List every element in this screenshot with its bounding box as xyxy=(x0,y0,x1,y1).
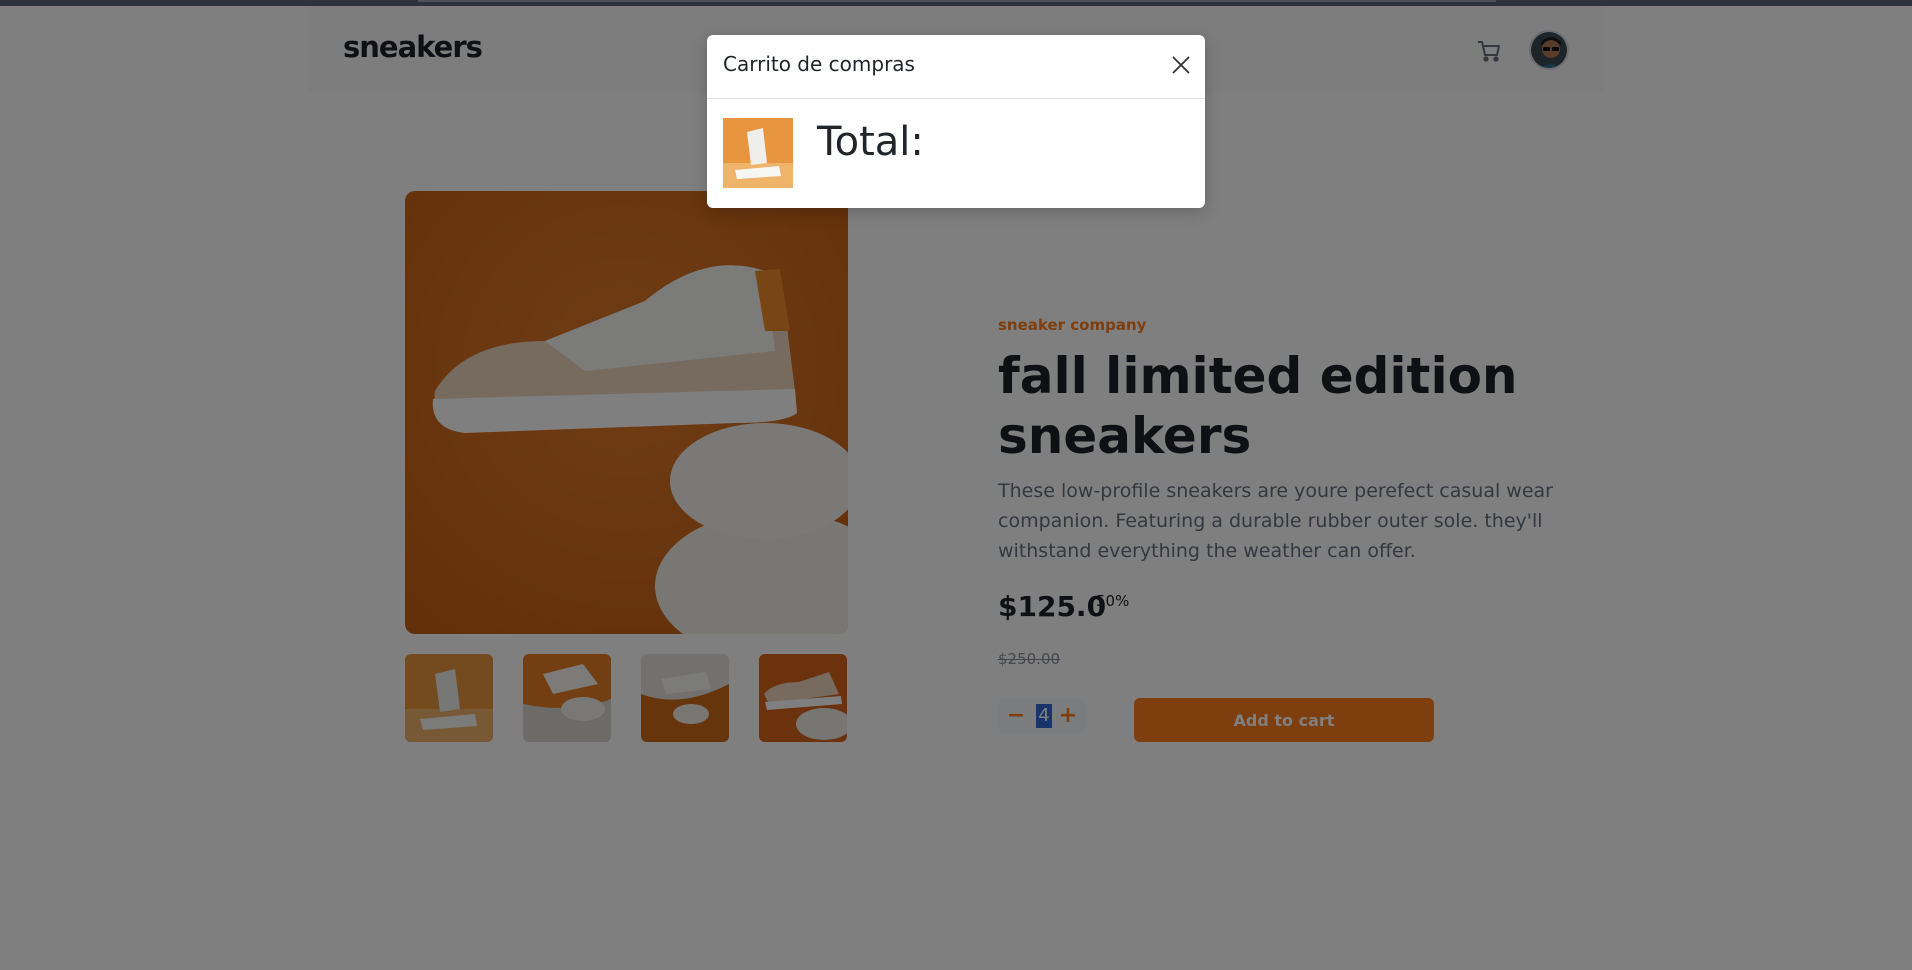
modal-title: Carrito de compras xyxy=(723,52,915,76)
modal-header: Carrito de compras xyxy=(707,35,1205,99)
cart-modal: Carrito de compras Total: xyxy=(707,35,1205,208)
close-icon[interactable] xyxy=(1169,53,1193,77)
cart-item-thumbnail xyxy=(723,118,793,188)
cart-total-label: Total: xyxy=(817,119,924,165)
